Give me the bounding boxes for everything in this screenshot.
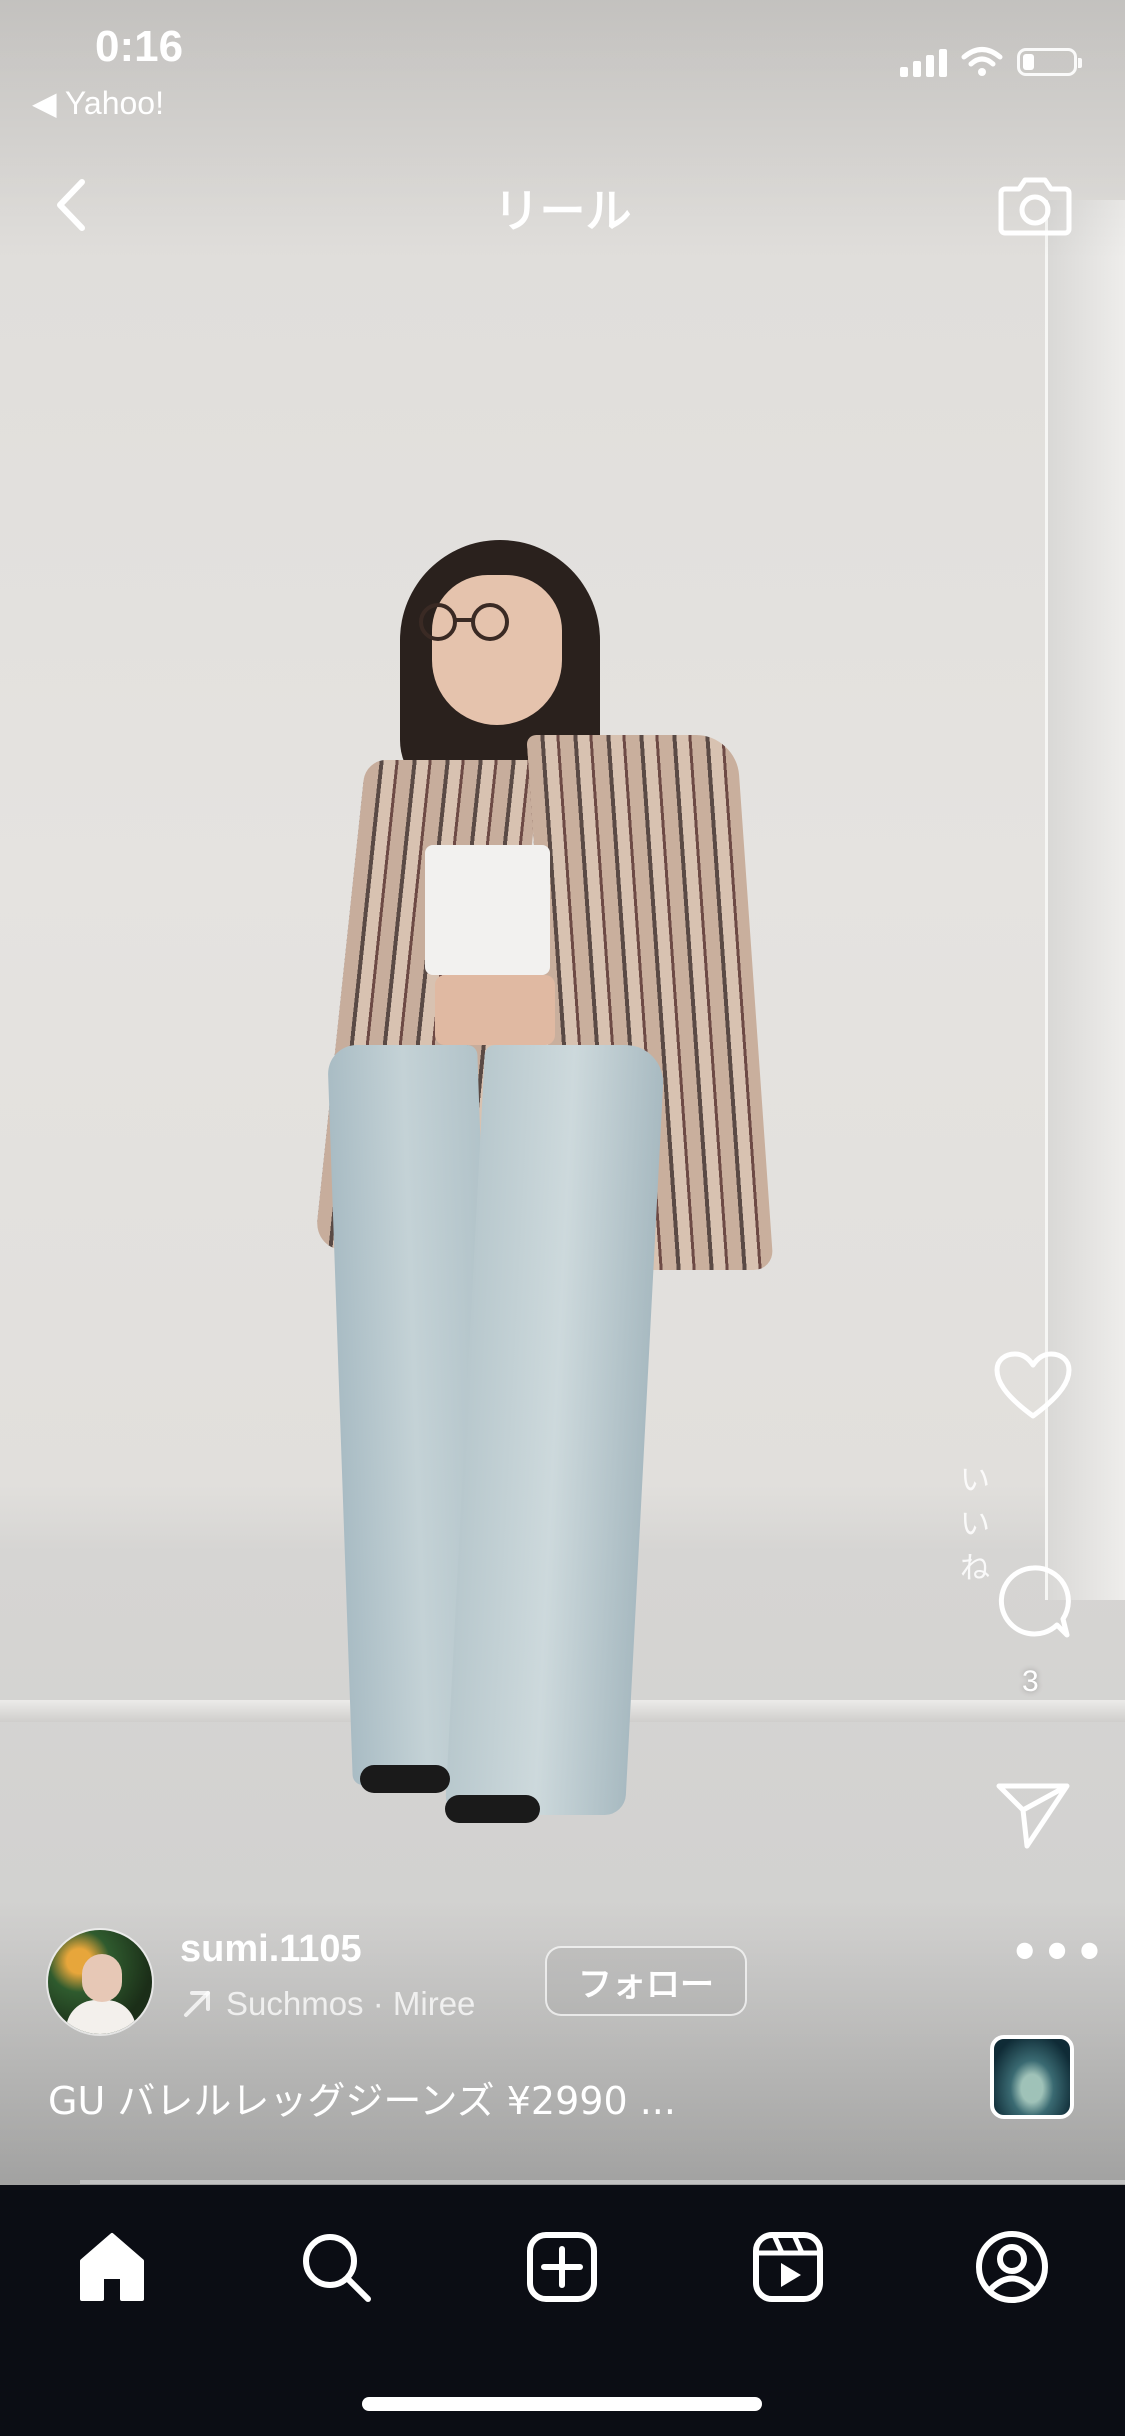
- profile-icon[interactable]: [972, 2227, 1052, 2307]
- battery-icon: [1017, 48, 1082, 76]
- avatar-face: [82, 1954, 122, 2002]
- heart-icon[interactable]: [993, 1350, 1073, 1422]
- audio-track-label: Suchmos · Miree: [226, 1985, 476, 2022]
- send-icon[interactable]: [995, 1780, 1071, 1852]
- arrow-up-right-icon: [184, 1991, 210, 2017]
- cellular-signal-icon: [900, 47, 947, 77]
- glasses: [419, 603, 509, 641]
- shoe-left: [360, 1765, 450, 1793]
- audio-thumbnail[interactable]: [990, 2035, 1074, 2119]
- reel-screen: 0:16 ◀ Yahoo! リール いいね 3 ••• sumi.1105 Su…: [0, 0, 1125, 2436]
- more-options-icon[interactable]: •••: [1010, 1925, 1107, 1979]
- comment-count: 3: [1022, 1665, 1039, 1698]
- avatar-body: [66, 2000, 136, 2034]
- video-progress-track: [80, 2180, 1125, 2184]
- avatar[interactable]: [48, 1930, 152, 2034]
- caption-text[interactable]: GU バレルレッグジーンズ ¥2990 ...: [48, 2070, 676, 2125]
- bottom-gradient: [0, 1900, 1125, 2185]
- status-time: 0:16: [95, 22, 184, 71]
- white-top: [425, 845, 550, 975]
- home-indicator[interactable]: [362, 2397, 762, 2411]
- search-icon[interactable]: [296, 2227, 376, 2307]
- comment-icon[interactable]: [995, 1563, 1071, 1639]
- status-icons: [900, 46, 1082, 78]
- page-title: リール: [493, 184, 632, 238]
- home-icon[interactable]: [72, 2227, 152, 2307]
- reel-video[interactable]: [0, 0, 1125, 2185]
- midriff: [435, 975, 555, 1045]
- create-icon[interactable]: [522, 2227, 602, 2307]
- wifi-icon: [961, 47, 1003, 76]
- follow-button[interactable]: フォロー: [545, 1946, 747, 2016]
- person-face: [432, 575, 562, 725]
- battery-level: [1023, 54, 1034, 70]
- camera-icon[interactable]: [995, 165, 1075, 245]
- username[interactable]: sumi.1105: [180, 1928, 362, 1971]
- reels-icon[interactable]: [748, 2227, 828, 2307]
- audio-track[interactable]: Suchmos · Miree: [180, 1985, 475, 2023]
- shoe-right: [445, 1795, 540, 1823]
- back-to-app-link[interactable]: ◀ Yahoo!: [32, 84, 164, 122]
